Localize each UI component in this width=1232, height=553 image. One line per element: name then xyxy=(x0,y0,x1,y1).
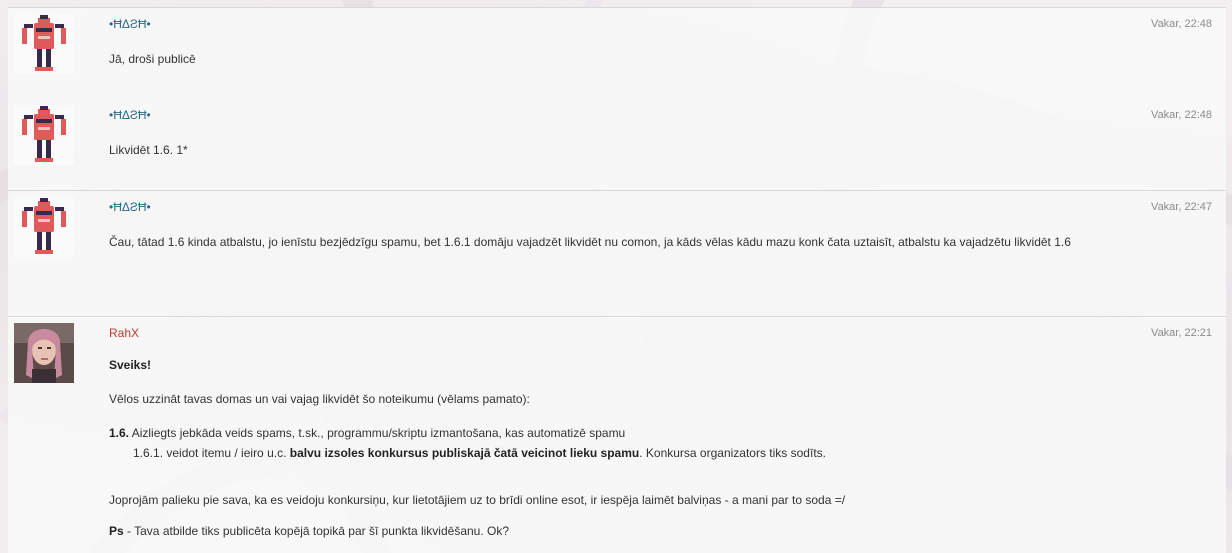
profile-photo xyxy=(14,323,74,383)
intro-text: Vēlos uzzināt tavas domas un vai vajag l… xyxy=(109,392,530,406)
ps-line: Ps - Tava atbilde tiks publicēta kopējā … xyxy=(109,523,1186,539)
robot-icon xyxy=(22,198,66,254)
message-body: Jā, droši publicē xyxy=(109,51,1186,67)
greeting-text: Sveiks! xyxy=(109,358,152,372)
sub-rule-prefix: 1.6.1. veidot itemu / ieiro u.c. xyxy=(133,446,287,460)
robot-icon xyxy=(22,15,66,71)
message-text: Likvidēt 1.6. 1* xyxy=(109,143,188,157)
timestamp: Vakar, 22:21 xyxy=(1151,327,1212,339)
robot-avatar[interactable] xyxy=(14,197,74,257)
robot-avatar[interactable] xyxy=(14,14,74,74)
timestamp: Vakar, 22:48 xyxy=(1151,109,1212,121)
message-item: •ĦΔƧĦ• Vakar, 22:48 Likvidēt 1.6. 1* xyxy=(8,99,1226,191)
message-item: •ĦΔƧĦ• Vakar, 22:47 Čau, tātad 1.6 kinda… xyxy=(8,191,1226,317)
message-body: Likvidēt 1.6. 1* xyxy=(109,142,1186,158)
message-body: Čau, tātad 1.6 kinda atbalstu, jo ienīst… xyxy=(109,234,1186,250)
robot-avatar[interactable] xyxy=(14,105,74,165)
author-name[interactable]: •ĦΔƧĦ• xyxy=(109,108,151,122)
message-item: RahX Vakar, 22:21 Sveiks! Vēlos uzzināt … xyxy=(8,317,1226,553)
timestamp: Vakar, 22:47 xyxy=(1151,201,1212,213)
author-name[interactable]: •ĦΔƧĦ• xyxy=(109,200,151,214)
sub-rule-suffix: . Konkursa organizators tiks sodīts. xyxy=(639,446,826,460)
rule-text: Aizliegts jebkāda veids spams, t.sk., pr… xyxy=(131,426,626,440)
message-body: Sveiks! Vēlos uzzināt tavas domas un vai… xyxy=(109,357,1186,539)
message-text: Jā, droši publicē xyxy=(109,52,196,66)
user-avatar[interactable] xyxy=(14,323,74,383)
rule-number: 1.6. xyxy=(109,426,130,440)
ps-text: - Tava atbilde tiks publicēta kopējā top… xyxy=(123,524,510,538)
sub-rule-line: 1.6.1. veidot itemu / ieiro u.c. balvu i… xyxy=(109,445,1186,461)
sub-rule-bold: balvu izsoles konkursus publiskajā čatā … xyxy=(289,446,640,460)
robot-icon xyxy=(22,106,66,162)
author-name[interactable]: •ĦΔƧĦ• xyxy=(109,17,151,31)
message-item: •ĦΔƧĦ• Vakar, 22:48 Jā, droši publicē xyxy=(8,7,1226,100)
rule-line: 1.6. Aizliegts jebkāda veids spams, t.sk… xyxy=(109,425,1186,441)
opinion-text: Joprojām palieku pie sava, ka es veidoju… xyxy=(109,493,846,507)
timestamp: Vakar, 22:48 xyxy=(1151,18,1212,30)
greeting: Sveiks! xyxy=(109,357,1186,373)
ps-label: Ps xyxy=(109,524,124,538)
author-name[interactable]: RahX xyxy=(109,326,139,340)
message-text: Čau, tātad 1.6 kinda atbalstu, jo ienīst… xyxy=(109,235,1071,249)
